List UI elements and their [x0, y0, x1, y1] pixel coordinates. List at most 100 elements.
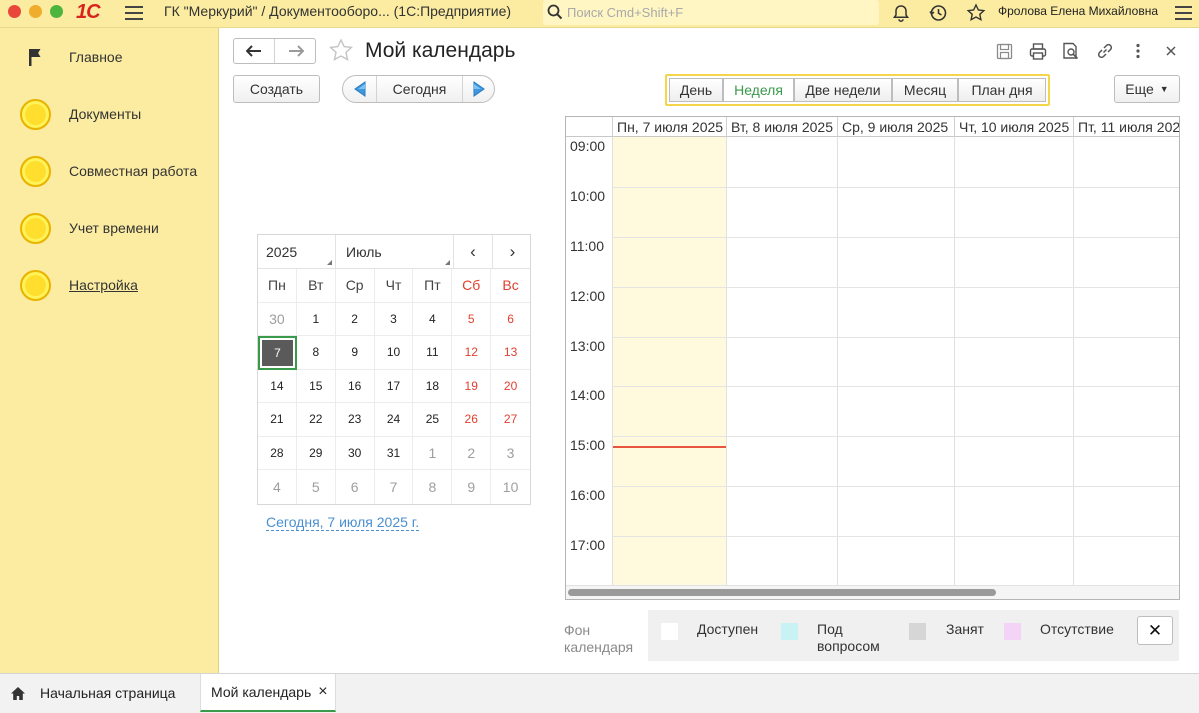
period-two-weeks-button[interactable]: Две недели: [794, 78, 892, 102]
more-button[interactable]: Еще ▼: [1114, 75, 1180, 103]
day-cell[interactable]: 5: [452, 302, 492, 336]
menu-icon[interactable]: [1175, 6, 1192, 20]
day-cell[interactable]: 19: [452, 369, 492, 403]
day-cell[interactable]: 4: [258, 470, 297, 504]
day-cell[interactable]: 4: [413, 302, 453, 336]
month-select[interactable]: Июль: [336, 235, 454, 268]
close-window-dot[interactable]: [8, 5, 21, 18]
day-cell[interactable]: 27: [491, 403, 530, 437]
preview-icon[interactable]: [1062, 42, 1080, 60]
day-cell[interactable]: 31: [374, 436, 414, 470]
star-icon[interactable]: [966, 3, 986, 23]
day-cell[interactable]: 3: [491, 437, 530, 470]
day-cell[interactable]: 7: [375, 470, 414, 504]
chevron-down-icon: ▼: [1159, 84, 1169, 94]
day-cell[interactable]: 1: [413, 436, 453, 470]
day-column-header[interactable]: Пт, 11 июля 2025: [1073, 117, 1179, 137]
period-day-plan-button[interactable]: План дня: [958, 78, 1046, 102]
day-cell[interactable]: 21: [258, 403, 297, 437]
print-icon[interactable]: [1029, 42, 1047, 60]
day-cell[interactable]: 22: [296, 403, 336, 437]
day-cell[interactable]: 25: [413, 403, 453, 437]
prev-period-button[interactable]: [343, 76, 377, 102]
bell-icon[interactable]: [891, 3, 911, 23]
day-cell[interactable]: 26: [452, 403, 492, 437]
day-cell[interactable]: 13: [491, 336, 531, 370]
day-cell[interactable]: 18: [413, 369, 453, 403]
day-cell[interactable]: 3: [374, 302, 414, 336]
day-cell[interactable]: 9: [452, 470, 492, 504]
back-button[interactable]: [234, 39, 275, 63]
week-row: 14 15 16 17 18 19 20: [258, 369, 530, 403]
next-month-button[interactable]: ›: [493, 235, 532, 268]
day-column-header[interactable]: Чт, 10 июля 2025: [954, 117, 1073, 137]
sidebar-item-main[interactable]: Главное: [0, 35, 219, 79]
sidebar-item-settings[interactable]: Настройка: [0, 263, 219, 307]
day-cell[interactable]: 8: [413, 470, 453, 504]
more-icon[interactable]: [1129, 42, 1147, 60]
day-cell[interactable]: 1: [296, 302, 336, 336]
sidebar-item-documents[interactable]: Документы: [0, 92, 219, 136]
day-cell[interactable]: 6: [336, 470, 375, 504]
day-cell[interactable]: 10: [491, 470, 530, 504]
day-cell[interactable]: 6: [491, 303, 530, 336]
week-row: 4 5 6 7 8 9 10: [258, 470, 530, 504]
period-month-button[interactable]: Месяц: [892, 78, 958, 102]
day-cell[interactable]: 20: [491, 370, 530, 403]
day-cell[interactable]: 16: [335, 369, 375, 403]
day-cell[interactable]: 30: [258, 302, 297, 336]
sidebar-item-time-tracking[interactable]: Учет времени: [0, 206, 219, 250]
day-cell[interactable]: 28: [258, 436, 297, 470]
close-icon[interactable]: [1162, 42, 1180, 60]
today-link[interactable]: Сегодня, 7 июля 2025 г.: [266, 514, 420, 531]
favorite-star-icon[interactable]: [328, 38, 354, 64]
maximize-window-dot[interactable]: [50, 5, 63, 18]
search-box[interactable]: [543, 0, 879, 25]
day-cell[interactable]: 30: [335, 436, 375, 470]
day-cell[interactable]: 10: [374, 336, 414, 370]
day-cell[interactable]: 12: [452, 336, 492, 370]
day-cell[interactable]: 14: [258, 369, 297, 403]
period-week-button[interactable]: Неделя: [723, 78, 794, 102]
link-icon[interactable]: [1096, 42, 1114, 60]
user-name[interactable]: Фролова Елена Михайловна: [998, 4, 1158, 18]
save-icon[interactable]: [995, 42, 1013, 60]
sidebar-item-collaboration[interactable]: Совместная работа: [0, 149, 219, 193]
tab-home[interactable]: Начальная страница: [10, 674, 195, 712]
day-cell[interactable]: 24: [374, 403, 414, 437]
swatch-available: [661, 623, 678, 640]
day-cell[interactable]: 8: [296, 336, 336, 370]
period-day-button[interactable]: День: [669, 78, 723, 102]
more-button-label: Еще: [1125, 81, 1154, 97]
prev-month-button[interactable]: ‹: [454, 235, 493, 268]
day-column-header[interactable]: Ср, 9 июля 2025: [837, 117, 954, 137]
week-grid-body[interactable]: 09:00 10:00 11:00 12:00 13:00 14:00 15:00 16:00…: [566, 137, 1179, 587]
day-cell[interactable]: 23: [335, 403, 375, 437]
tab-my-calendar[interactable]: Мой календарь ×: [200, 674, 336, 712]
day-cell[interactable]: 11: [413, 336, 453, 370]
history-icon[interactable]: [928, 3, 948, 23]
day-cell[interactable]: 2: [335, 302, 375, 336]
scrollbar-thumb[interactable]: [568, 589, 996, 596]
day-cell[interactable]: 9: [335, 336, 375, 370]
forward-button[interactable]: [275, 39, 316, 63]
close-tab-icon[interactable]: ×: [318, 683, 327, 701]
day-cell[interactable]: 5: [297, 470, 336, 504]
today-button[interactable]: Сегодня: [377, 76, 463, 102]
legend-close-button[interactable]: ✕: [1137, 616, 1173, 645]
minimize-window-dot[interactable]: [29, 5, 42, 18]
hamburger-icon[interactable]: [125, 6, 143, 20]
day-cell[interactable]: 29: [296, 436, 336, 470]
horizontal-scrollbar[interactable]: [566, 585, 1179, 599]
create-button[interactable]: Создать: [233, 75, 320, 103]
search-input[interactable]: [567, 2, 867, 23]
year-select[interactable]: 2025: [258, 235, 336, 268]
day-cell[interactable]: 17: [374, 369, 414, 403]
next-period-button[interactable]: [463, 76, 494, 102]
day-cell-selected[interactable]: 7: [258, 336, 297, 370]
day-column-header[interactable]: Пн, 7 июля 2025: [612, 117, 726, 137]
day-cell[interactable]: 15: [296, 369, 336, 403]
day-cell[interactable]: 2: [452, 436, 492, 470]
day-column-header[interactable]: Вт, 8 июля 2025: [726, 117, 837, 137]
hour-divider: [612, 436, 1179, 438]
